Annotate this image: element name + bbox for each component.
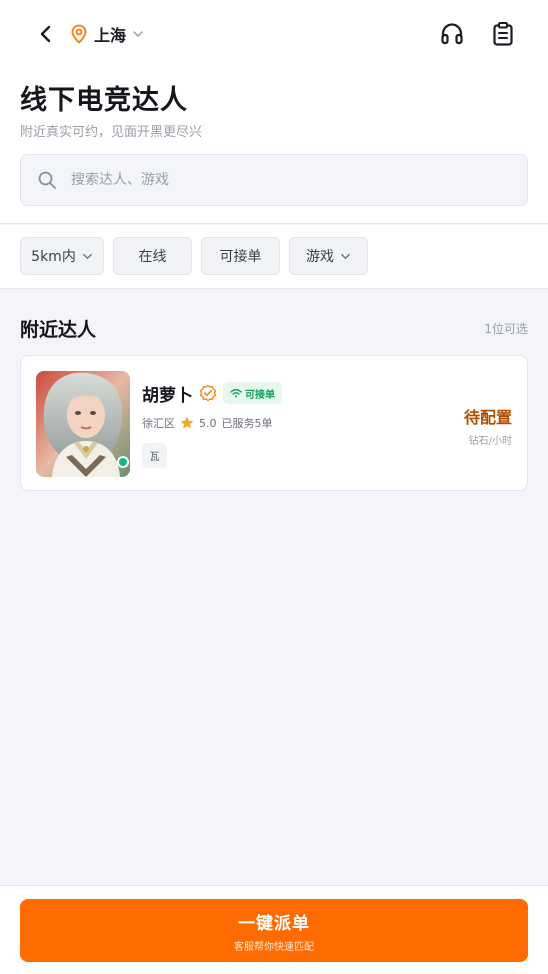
- provider-name-row: 胡萝卜 可接单: [142, 381, 282, 406]
- filter-label: 可接单: [219, 249, 262, 265]
- search-icon: [37, 170, 57, 190]
- page-subtitle: 附近真实可约，见面开黑更尽兴: [20, 125, 203, 140]
- customer-service-button[interactable]: [438, 20, 466, 48]
- rating: 5.0: [199, 416, 217, 430]
- online-status-dot: [117, 456, 129, 468]
- available-count: 1位可选: [484, 322, 528, 336]
- filter-distance[interactable]: 5km内: [20, 237, 104, 275]
- price-block: 待配置 钻石/小时: [464, 404, 512, 447]
- chevron-down-icon: [82, 253, 92, 259]
- search-input[interactable]: [71, 172, 451, 188]
- city-name: 上海: [94, 26, 127, 45]
- back-button[interactable]: [32, 20, 60, 48]
- provider-card[interactable]: 胡萝卜 可接单 徐汇区 5.0 已服务5单 瓦 待配置 钻石/小时: [20, 355, 528, 491]
- clipboard-icon: [493, 22, 513, 46]
- location-pin-icon: [71, 24, 87, 44]
- provider-meta: 徐汇区 5.0 已服务5单: [142, 414, 273, 432]
- district: 徐汇区: [142, 417, 175, 430]
- dispatch-sub-label: 客服帮你快速匹配: [234, 941, 314, 953]
- filter-label: 5km内: [31, 249, 76, 265]
- filter-label: 在线: [138, 249, 167, 265]
- chevron-down-icon: [133, 31, 143, 38]
- verified-icon: [199, 384, 217, 402]
- bottom-bar: 一键派单 客服帮你快速匹配: [0, 885, 548, 974]
- provider-name: 胡萝卜: [142, 385, 193, 406]
- filter-bar: 5km内 在线 可接单 游戏: [0, 225, 548, 289]
- filter-available[interactable]: 可接单: [201, 237, 280, 275]
- headset-icon: [441, 23, 463, 45]
- served-count: 已服务5单: [221, 417, 273, 430]
- dispatch-button[interactable]: 一键派单 客服帮你快速匹配: [20, 899, 528, 962]
- chevron-down-icon: [341, 253, 350, 259]
- game-tag: 瓦: [142, 443, 167, 468]
- nav-bar: 上海: [0, 14, 548, 54]
- city-selector[interactable]: 上海: [70, 22, 144, 46]
- price-unit: 钻石/小时: [468, 436, 512, 447]
- filter-online[interactable]: 在线: [113, 237, 192, 275]
- orders-button[interactable]: [489, 20, 517, 48]
- price-value: 待配置: [463, 408, 512, 427]
- status-badge-label: 可接单: [245, 389, 275, 401]
- avatar: [36, 371, 130, 477]
- status-badge: 可接单: [223, 382, 282, 404]
- filter-label: 游戏: [306, 249, 334, 265]
- nearby-section-header: 附近达人 1位可选: [20, 315, 528, 341]
- back-arrow-icon: [40, 25, 51, 43]
- search-box[interactable]: [20, 154, 528, 206]
- filter-game[interactable]: 游戏: [289, 237, 368, 275]
- dispatch-label: 一键派单: [238, 913, 310, 934]
- star-icon: [180, 416, 194, 429]
- wifi-icon: [230, 389, 242, 398]
- page-title: 线下电竞达人: [20, 85, 188, 116]
- top-panel: 上海 线下电竞达人 附近真实可约，见面开黑更尽兴: [0, 0, 548, 224]
- section-title: 附近达人: [20, 319, 97, 341]
